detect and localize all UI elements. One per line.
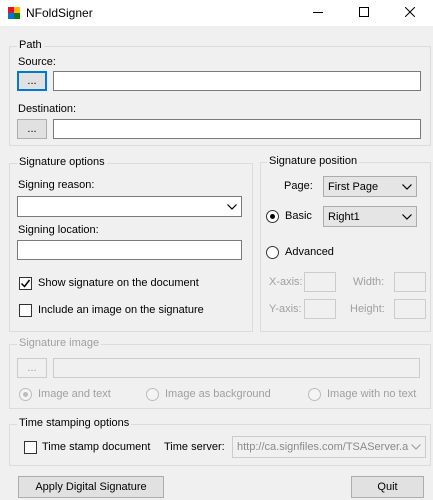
timestamp-checkbox[interactable] xyxy=(24,441,37,454)
timestamp-label[interactable]: Time stamp document xyxy=(42,441,150,453)
apply-signature-button[interactable]: Apply Digital Signature xyxy=(18,476,164,498)
basic-position-select[interactable]: Right1 xyxy=(323,206,417,227)
source-browse-button[interactable]: ... xyxy=(17,71,47,91)
signature-position-label: Signature position xyxy=(267,155,360,167)
basic-label[interactable]: Basic xyxy=(285,210,312,222)
page-select-value: First Page xyxy=(328,180,379,193)
checkmark-icon xyxy=(20,278,31,289)
advanced-label[interactable]: Advanced xyxy=(285,246,334,258)
destination-label: Destination: xyxy=(18,103,77,115)
minimize-button[interactable] xyxy=(295,0,341,26)
image-and-text-label[interactable]: Image and text xyxy=(38,388,111,400)
image-browse-button[interactable]: ... xyxy=(17,358,47,378)
destination-browse-button[interactable]: ... xyxy=(17,119,47,139)
show-signature-label[interactable]: Show signature on the document xyxy=(38,277,199,289)
source-label: Source: xyxy=(18,56,56,68)
destination-input[interactable] xyxy=(53,119,421,139)
minimize-icon xyxy=(313,7,323,20)
xaxis-label: X-axis: xyxy=(269,276,303,288)
page-label: Page: xyxy=(284,180,313,192)
chevron-down-icon xyxy=(409,441,421,453)
time-server-select[interactable]: http://ca.signfiles.com/TSAServer.a xyxy=(232,436,426,458)
image-no-text-label[interactable]: Image with no text xyxy=(327,388,416,400)
window-title: NFoldSigner xyxy=(26,6,93,20)
image-no-text-radio[interactable] xyxy=(308,388,321,401)
signing-reason-label: Signing reason: xyxy=(18,179,95,191)
show-signature-checkbox[interactable] xyxy=(19,277,32,290)
xaxis-input[interactable] xyxy=(304,272,336,292)
include-image-label[interactable]: Include an image on the signature xyxy=(38,304,204,316)
time-stamping-label: Time stamping options xyxy=(17,417,132,429)
source-input[interactable] xyxy=(53,71,421,91)
signature-image-label: Signature image xyxy=(17,337,102,349)
image-and-text-radio[interactable] xyxy=(19,388,32,401)
title-bar: NFoldSigner xyxy=(0,0,433,26)
maximize-icon xyxy=(359,6,369,20)
chevron-down-icon xyxy=(227,201,237,213)
include-image-checkbox[interactable] xyxy=(19,304,32,317)
yaxis-input[interactable] xyxy=(304,299,336,319)
radio-selected-dot xyxy=(270,214,275,219)
time-server-label: Time server: xyxy=(164,441,225,453)
basic-position-value: Right1 xyxy=(328,210,360,223)
width-input[interactable] xyxy=(394,272,426,292)
height-label: Height: xyxy=(350,303,385,315)
page-select[interactable]: First Page xyxy=(323,176,417,197)
image-background-radio[interactable] xyxy=(146,388,159,401)
width-label: Width: xyxy=(353,276,385,288)
quit-button[interactable]: Quit xyxy=(351,476,424,498)
basic-radio[interactable] xyxy=(266,210,279,223)
chevron-down-icon xyxy=(402,211,412,223)
app-icon xyxy=(7,6,21,20)
image-path-input[interactable] xyxy=(53,358,420,378)
image-background-label[interactable]: Image as background xyxy=(165,388,271,400)
close-icon xyxy=(404,6,416,20)
time-server-value: http://ca.signfiles.com/TSAServer.a xyxy=(237,441,409,453)
chevron-down-icon xyxy=(402,181,412,193)
signing-location-label: Signing location: xyxy=(18,224,99,236)
height-input[interactable] xyxy=(394,299,426,319)
signature-options-label: Signature options xyxy=(17,156,107,168)
yaxis-label: Y-axis: xyxy=(269,303,302,315)
path-group-label: Path xyxy=(17,39,44,51)
radio-selected-dot xyxy=(23,392,28,397)
close-button[interactable] xyxy=(387,0,433,26)
signing-location-input[interactable] xyxy=(17,240,242,260)
maximize-button[interactable] xyxy=(341,0,387,26)
advanced-radio[interactable] xyxy=(266,246,279,259)
signing-reason-select[interactable] xyxy=(17,196,242,217)
